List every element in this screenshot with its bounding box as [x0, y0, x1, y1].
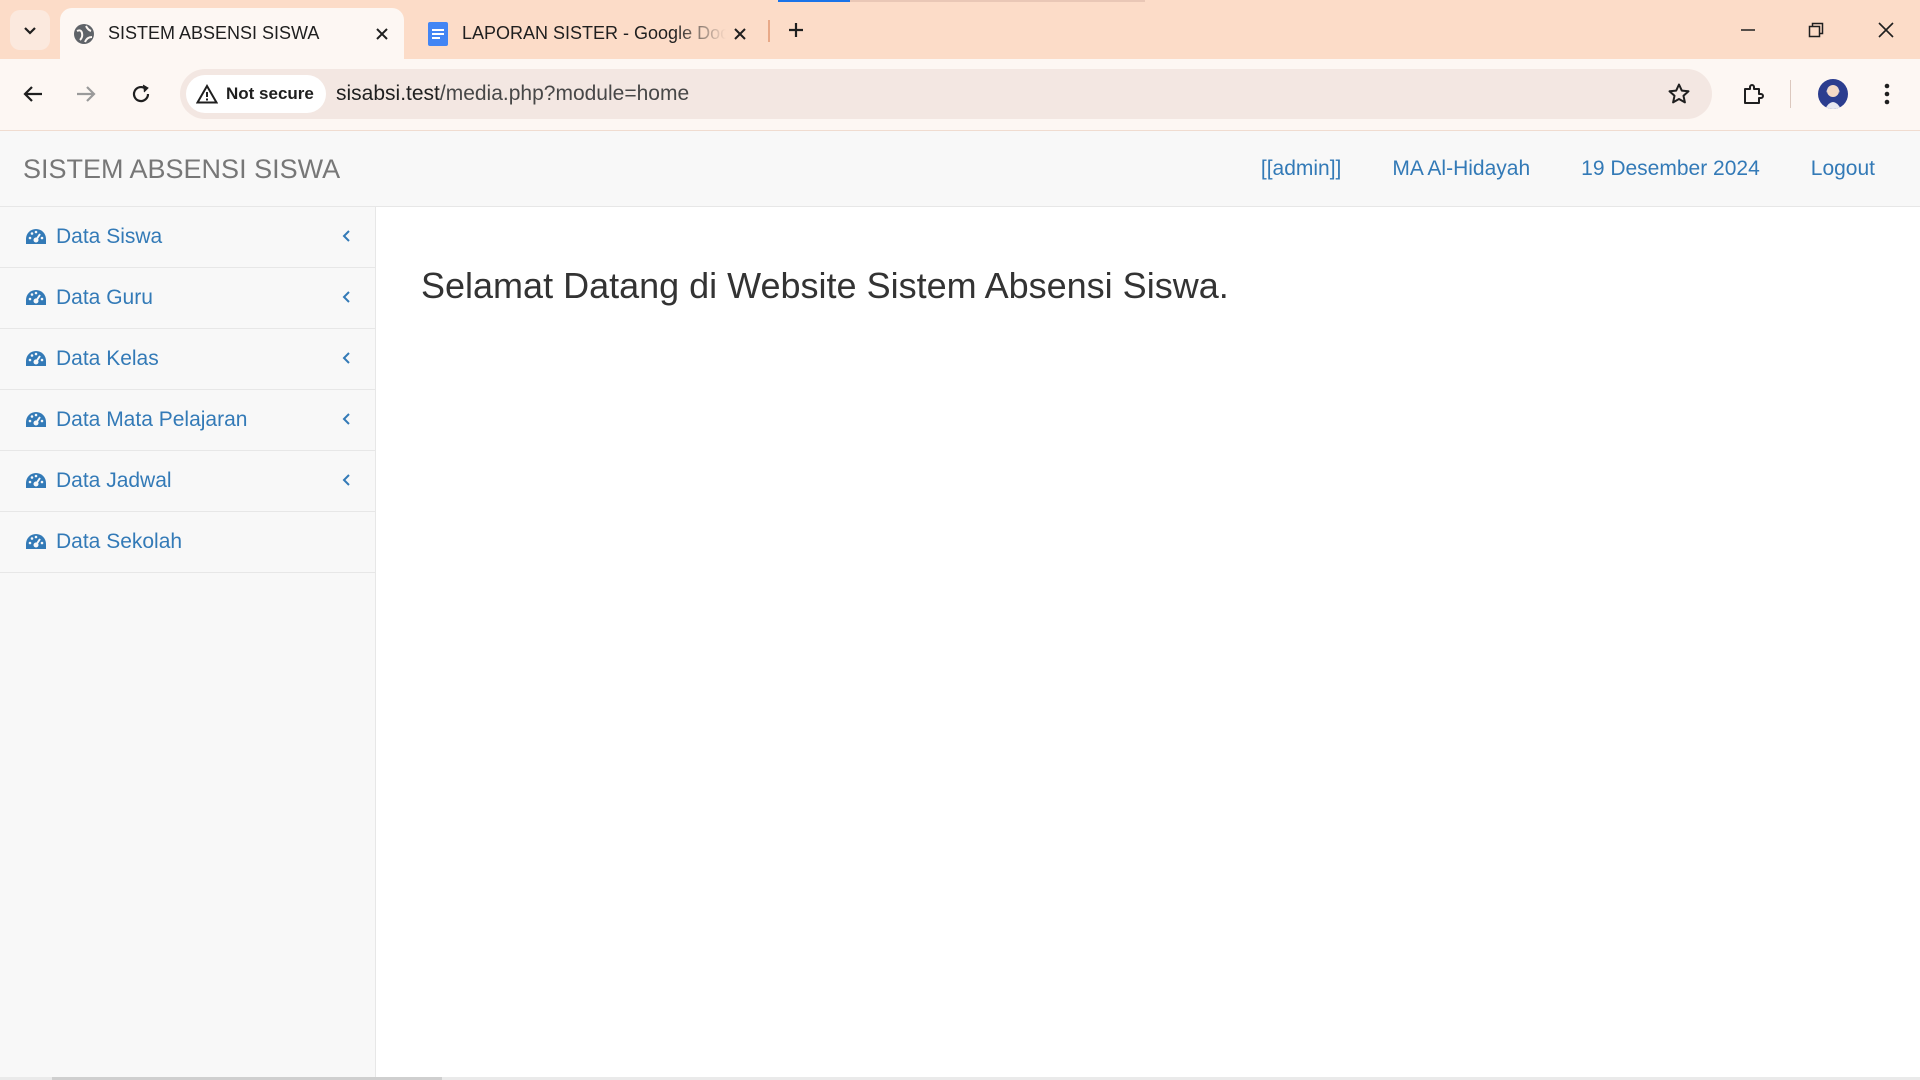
sidebar-item-label: Data Guru [56, 286, 153, 309]
sidebar-item-label: Data Kelas [56, 347, 159, 370]
dashboard-icon [25, 226, 47, 248]
google-docs-icon [426, 21, 450, 46]
forward-button[interactable] [65, 73, 107, 115]
brand-title[interactable]: SISTEM ABSENSI SISWA [23, 154, 340, 185]
dashboard-icon [25, 409, 47, 431]
sidebar-item-data-mata-pelajaran[interactable]: Data Mata Pelajaran [0, 390, 375, 451]
sidebar-item-label: Data Siswa [56, 225, 163, 248]
bookmark-star-button[interactable] [1664, 79, 1694, 109]
tab-search-button[interactable] [10, 10, 50, 50]
extensions-button[interactable] [1732, 73, 1774, 115]
security-chip[interactable]: Not secure [186, 75, 326, 113]
sidebar-item-data-guru[interactable]: Data Guru [0, 268, 375, 329]
sidebar-item-label: Data Mata Pelajaran [56, 408, 248, 431]
browser-toolbar: Not secure sisabsi.test/media.php?module… [0, 59, 1920, 131]
chevron-left-icon [339, 226, 353, 246]
warning-icon [196, 84, 218, 104]
tab-laporan-sister[interactable]: LAPORAN SISTER - Google Docs [414, 8, 762, 59]
star-icon [1668, 83, 1690, 104]
sidebar-item-data-jadwal[interactable]: Data Jadwal [0, 451, 375, 512]
chevron-left-icon [339, 470, 353, 490]
dashboard-icon [25, 470, 47, 492]
dashboard-icon [25, 531, 47, 553]
puzzle-icon [1744, 84, 1764, 104]
profile-button[interactable] [1812, 73, 1854, 115]
logout-link[interactable]: Logout [1811, 157, 1875, 181]
url-text[interactable]: sisabsi.test/media.php?module=home [336, 82, 689, 106]
browser-tabstrip: SISTEM ABSENSI SISWA LAPORAN SISTER - Go… [0, 0, 1920, 59]
url-path: /media.php?module=home [439, 82, 690, 105]
chevron-left-icon [339, 409, 353, 429]
top-navbar: SISTEM ABSENSI SISWA [[admin]] MA Al-Hid… [0, 131, 1920, 207]
chevron-down-icon [24, 27, 36, 35]
globe-icon [72, 22, 96, 46]
loading-indicator [778, 0, 850, 2]
sidebar-item-data-sekolah[interactable]: Data Sekolah [0, 512, 375, 573]
close-icon [1878, 21, 1894, 38]
tab-separator [768, 20, 770, 42]
user-link[interactable]: [[admin]] [1261, 157, 1342, 181]
school-link[interactable]: MA Al-Hidayah [1392, 157, 1530, 181]
chevron-left-icon [339, 287, 353, 307]
main-content: Selamat Datang di Website Sistem Absensi… [376, 207, 1920, 1080]
address-bar[interactable]: Not secure sisabsi.test/media.php?module… [180, 69, 1712, 119]
security-label: Not secure [226, 84, 314, 103]
restore-icon [1808, 22, 1824, 37]
arrow-right-icon [77, 86, 96, 102]
arrow-left-icon [23, 86, 42, 102]
tab-sistem-absensi[interactable]: SISTEM ABSENSI SISWA [60, 8, 404, 59]
minimize-icon [1741, 28, 1755, 31]
avatar [1818, 79, 1848, 109]
navbar-right: [[admin]] MA Al-Hidayah 19 Desember 2024… [1210, 157, 1875, 181]
sidebar-item-label: Data Jadwal [56, 469, 172, 492]
sidebar: Data Siswa Data Guru Data Kelas Data Mat… [0, 207, 376, 1080]
dashboard-icon [25, 287, 47, 309]
close-window-button[interactable] [1852, 0, 1920, 59]
reload-icon [132, 84, 150, 103]
back-button[interactable] [12, 73, 54, 115]
date-link[interactable]: 19 Desember 2024 [1581, 157, 1760, 181]
more-vertical-icon [1884, 83, 1890, 105]
sidebar-item-data-kelas[interactable]: Data Kelas [0, 329, 375, 390]
sidebar-item-data-siswa[interactable]: Data Siswa [0, 207, 375, 268]
tab-title: LAPORAN SISTER - Google Docs [462, 23, 726, 43]
sidebar-item-label: Data Sekolah [56, 530, 183, 553]
welcome-heading: Selamat Datang di Website Sistem Absensi… [421, 265, 1229, 306]
plus-icon [789, 23, 803, 37]
dashboard-icon [25, 348, 47, 370]
restore-button[interactable] [1782, 0, 1850, 59]
toolbar-separator [1790, 80, 1791, 108]
loading-indicator-track [850, 0, 1145, 2]
close-tab-icon[interactable] [368, 20, 396, 48]
reload-button[interactable] [120, 73, 162, 115]
chevron-left-icon [339, 348, 353, 368]
tab-title: SISTEM ABSENSI SISWA [108, 23, 320, 43]
new-tab-button[interactable] [778, 10, 814, 50]
url-host: sisabsi.test [336, 82, 440, 105]
minimize-button[interactable] [1714, 0, 1782, 59]
browser-menu-button[interactable] [1866, 73, 1908, 115]
close-tab-icon[interactable] [726, 20, 754, 48]
